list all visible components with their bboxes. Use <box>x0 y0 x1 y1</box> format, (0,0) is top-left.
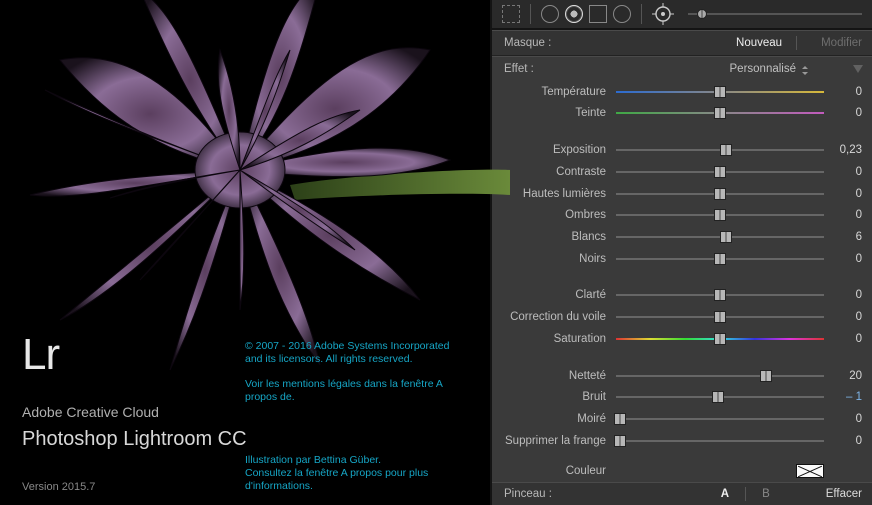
brush-header: Pinceau : A B Effacer <box>492 482 872 505</box>
noise-label: Bruit <box>498 391 610 403</box>
tint-row: Teinte 0 <box>492 103 872 125</box>
highlights-slider[interactable] <box>616 187 824 201</box>
contrast-row: Contraste 0 <box>492 161 872 183</box>
defringe-label: Supprimer la frange <box>498 435 610 447</box>
highlights-value[interactable]: 0 <box>830 188 862 200</box>
contrast-value[interactable]: 0 <box>830 166 862 178</box>
temperature-row: Température 0 <box>492 81 872 103</box>
app-logo: Lr <box>22 330 59 380</box>
sharpness-label: Netteté <box>498 370 610 382</box>
dehaze-slider[interactable] <box>616 310 824 324</box>
exposure-slider[interactable] <box>616 143 824 157</box>
shadows-row: Ombres 0 <box>492 204 872 226</box>
product-name: Photoshop Lightroom CC <box>22 428 247 451</box>
legal-text: Voir les mentions légales dans la fenêtr… <box>245 378 465 404</box>
saturation-slider[interactable] <box>616 332 824 346</box>
blacks-slider[interactable] <box>616 252 824 266</box>
brush-size-slider[interactable] <box>688 13 862 15</box>
clarity-slider[interactable] <box>616 288 824 302</box>
creative-cloud-label: Adobe Creative Cloud <box>22 404 159 420</box>
blacks-value[interactable]: 0 <box>830 253 862 265</box>
moire-label: Moiré <box>498 413 610 425</box>
defringe-value[interactable]: 0 <box>830 435 862 447</box>
brush-b-button[interactable]: B <box>758 488 774 500</box>
exposure-row: Exposition 0,23 <box>492 139 872 161</box>
noise-value[interactable]: – 1 <box>830 391 862 403</box>
version-label: Version 2015.7 <box>22 481 95 493</box>
radial-filled-tool-icon[interactable] <box>565 5 583 23</box>
exposure-label: Exposition <box>498 144 610 156</box>
illustration-credit: Illustration par Bettina Güber. Consulte… <box>245 454 475 493</box>
saturation-row: Saturation 0 <box>492 328 872 350</box>
whites-label: Blancs <box>498 231 610 243</box>
noise-slider[interactable] <box>616 390 824 404</box>
exposure-value[interactable]: 0,23 <box>830 144 862 156</box>
shadows-label: Ombres <box>498 209 610 221</box>
mask-modify-button[interactable]: Modifier <box>821 37 862 49</box>
color-row: Couleur <box>492 460 872 482</box>
crop-tool-icon[interactable] <box>502 5 520 23</box>
blacks-label: Noirs <box>498 253 610 265</box>
mask-header: Masque : Nouveau Modifier <box>492 30 872 55</box>
moire-row: Moiré 0 <box>492 408 872 430</box>
tint-label: Teinte <box>498 107 610 119</box>
whites-value[interactable]: 6 <box>830 231 862 243</box>
mask-label: Masque : <box>504 37 551 49</box>
sharpness-value[interactable]: 20 <box>830 370 862 382</box>
defringe-row: Supprimer la frange 0 <box>492 430 872 452</box>
splash-screen: Lr Adobe Creative Cloud Photoshop Lightr… <box>0 0 490 505</box>
brush-erase-button[interactable]: Effacer <box>826 488 862 500</box>
radial-tool-icon[interactable] <box>541 5 559 23</box>
clarity-label: Clarté <box>498 289 610 301</box>
mask-new-button[interactable]: Nouveau <box>736 37 782 49</box>
flower-illustration <box>0 0 510 390</box>
defringe-slider[interactable] <box>616 434 824 448</box>
ellipse-tool-icon[interactable] <box>613 5 631 23</box>
moire-slider[interactable] <box>616 412 824 426</box>
local-adjust-toolbar <box>492 0 872 30</box>
brush-a-button[interactable]: A <box>717 488 733 500</box>
noise-row: Bruit – 1 <box>492 386 872 408</box>
highlights-label: Hautes lumières <box>498 188 610 200</box>
copyright-text: © 2007 - 2016 Adobe Systems Incorporated… <box>245 340 465 366</box>
color-swatch[interactable] <box>796 464 824 478</box>
effect-row: Effet : Personnalisé <box>492 56 872 81</box>
sharpness-slider[interactable] <box>616 369 824 383</box>
saturation-value[interactable]: 0 <box>830 333 862 345</box>
sharpness-row: Netteté 20 <box>492 365 872 387</box>
whites-row: Blancs 6 <box>492 226 872 248</box>
whites-slider[interactable] <box>616 230 824 244</box>
adjustment-panel: Masque : Nouveau Modifier Effet : Person… <box>490 0 872 505</box>
brush-tool-icon[interactable] <box>652 3 674 25</box>
dehaze-value[interactable]: 0 <box>830 311 862 323</box>
temperature-value[interactable]: 0 <box>830 86 862 98</box>
clarity-value[interactable]: 0 <box>830 289 862 301</box>
shadows-value[interactable]: 0 <box>830 209 862 221</box>
color-label: Couleur <box>498 465 610 477</box>
effect-preset-dropdown[interactable]: Personnalisé <box>730 63 808 75</box>
effect-label: Effet : <box>504 63 534 75</box>
tint-slider[interactable] <box>616 106 824 120</box>
moire-value[interactable]: 0 <box>830 413 862 425</box>
shadows-slider[interactable] <box>616 208 824 222</box>
saturation-label: Saturation <box>498 333 610 345</box>
dehaze-label: Correction du voile <box>498 311 610 323</box>
clarity-row: Clarté 0 <box>492 285 872 307</box>
effect-collapse-toggle[interactable] <box>853 65 863 73</box>
tint-value[interactable]: 0 <box>830 107 862 119</box>
dehaze-row: Correction du voile 0 <box>492 306 872 328</box>
blacks-row: Noirs 0 <box>492 248 872 270</box>
contrast-slider[interactable] <box>616 165 824 179</box>
temperature-label: Température <box>498 86 610 98</box>
rect-tool-icon[interactable] <box>589 5 607 23</box>
highlights-row: Hautes lumières 0 <box>492 183 872 205</box>
temperature-slider[interactable] <box>616 85 824 99</box>
contrast-label: Contraste <box>498 166 610 178</box>
brush-label: Pinceau : <box>504 488 552 500</box>
